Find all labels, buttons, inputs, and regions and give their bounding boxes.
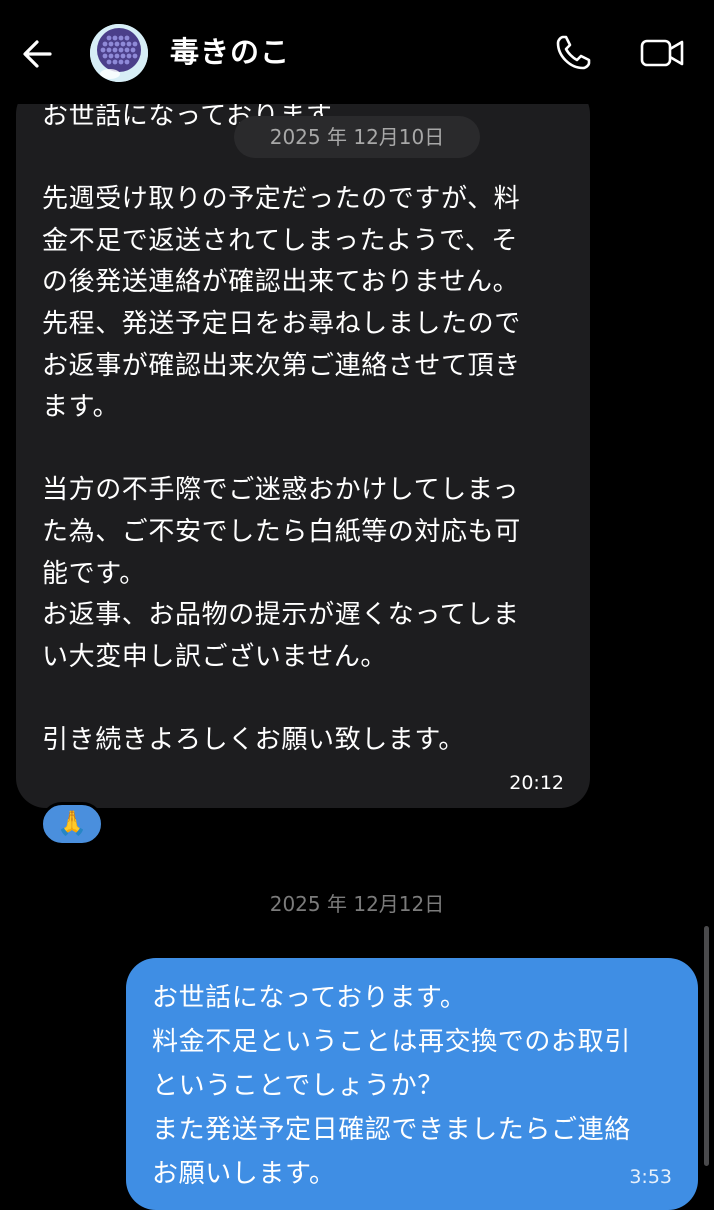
contact-name[interactable]: 毒きのこ xyxy=(170,34,290,70)
video-call-button[interactable] xyxy=(638,32,686,74)
avatar[interactable] xyxy=(90,24,148,82)
video-camera-icon xyxy=(640,39,684,67)
message-reaction[interactable]: 🙏 xyxy=(40,802,104,846)
chat-header: 毒きのこ xyxy=(0,0,714,104)
arrow-left-icon xyxy=(23,40,52,68)
outgoing-message-text: お世話になっております。 料金不足ということは再交換でのお取引 ということでしょ… xyxy=(152,983,631,1189)
avatar-image xyxy=(90,24,148,82)
scrollbar[interactable] xyxy=(704,926,709,1166)
phone-icon xyxy=(556,35,591,70)
back-button[interactable] xyxy=(18,34,58,74)
incoming-message-text: お世話になっております。 先週受け取りの予定だったのですが、料 金不足で返送され… xyxy=(42,101,521,755)
date-separator: 2025 年 12月12日 xyxy=(269,892,445,916)
incoming-message-bubble[interactable]: お世話になっております。 先週受け取りの予定だったのですが、料 金不足で返送され… xyxy=(16,84,590,808)
floating-date-label: 2025 年 12月10日 xyxy=(234,116,480,158)
call-button[interactable] xyxy=(552,32,594,74)
incoming-message-time: 20:12 xyxy=(509,772,564,794)
outgoing-message-time: 3:53 xyxy=(629,1166,672,1188)
outgoing-message-bubble[interactable]: お世話になっております。 料金不足ということは再交換でのお取引 ということでしょ… xyxy=(126,958,698,1210)
